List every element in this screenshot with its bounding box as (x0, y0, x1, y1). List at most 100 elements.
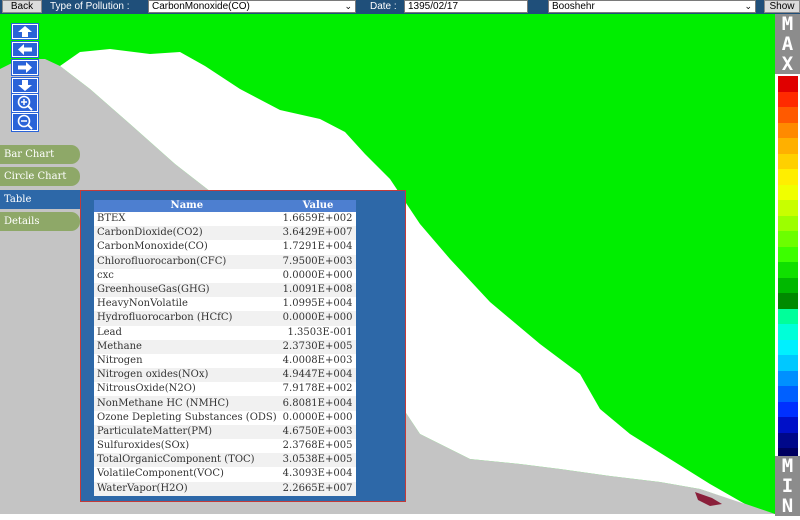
table-cell-name: Ozone Depleting Substances (ODS) (94, 410, 280, 425)
table-row: NitrousOxide(N2O) 7.9178E+002 (94, 382, 357, 397)
legend-swatch (778, 107, 798, 123)
legend-color-bar (778, 76, 798, 464)
table-cell-value: 4.6750E+003 (279, 424, 357, 439)
table-cell-name: HeavyNonVolatile (94, 297, 280, 312)
tab-circle-chart[interactable]: Circle Chart (0, 167, 80, 186)
pan-left-button[interactable] (11, 41, 39, 58)
table-row: Methane 2.3730E+005 (94, 339, 357, 354)
pan-up-button[interactable] (11, 23, 39, 40)
table-cell-value: 4.9447E+004 (279, 368, 357, 383)
table-cell-name: Methane (94, 339, 280, 354)
legend-swatch (778, 308, 798, 324)
chevron-down-icon: ⌄ (744, 1, 752, 11)
table-cell-name: NitrousOxide(N2O) (94, 382, 280, 397)
color-legend: M A X M I N (775, 14, 800, 520)
table-cell-name: WaterVapor(H2O) (94, 481, 280, 496)
legend-swatch (778, 417, 798, 433)
toolbar: Back Type of Pollution : CarbonMonoxide(… (0, 0, 800, 14)
pan-right-button[interactable] (11, 59, 39, 76)
pan-down-button[interactable] (11, 77, 39, 94)
table-cell-value: 0.0000E+000 (279, 311, 357, 326)
arrow-left-icon (18, 44, 32, 55)
table-cell-value: 1.0091E+008 (279, 282, 357, 298)
region-value: Booshehr (552, 1, 595, 12)
table-cell-name: Chlorofluorocarbon(CFC) (94, 254, 280, 269)
table-row: GreenhouseGas(GHG) 1.0091E+008 (94, 282, 357, 298)
table-cell-name: Nitrogen (94, 353, 280, 369)
table-row: TotalOrganicComponent (TOC) 3.0538E+005 (94, 453, 357, 468)
show-button[interactable]: Show (764, 0, 800, 13)
date-input[interactable]: 1395/02/17 (404, 0, 528, 13)
arrow-right-icon (18, 62, 32, 73)
table-cell-value: 7.9178E+002 (279, 382, 357, 397)
table-cell-name: CarbonDioxide(CO2) (94, 226, 280, 241)
table-cell-name: Sulfuroxides(SOx) (94, 439, 280, 454)
tab-table[interactable]: Table (0, 190, 82, 209)
tab-bar-chart[interactable]: Bar Chart (0, 145, 80, 164)
column-header-name: Name (94, 200, 280, 212)
table-cell-value: 2.3768E+005 (279, 439, 357, 454)
zoom-out-icon (17, 114, 33, 130)
legend-swatch (778, 138, 798, 154)
tab-details[interactable]: Details (0, 212, 80, 231)
pollution-table: Name Value BTEX 1.6659E+002 CarbonDioxide(… (94, 200, 357, 496)
table-cell-value: 1.3503E-001 (279, 325, 357, 340)
pollution-type-value: CarbonMonoxide(CO) (152, 1, 250, 12)
legend-max-letter: A (775, 34, 800, 54)
legend-swatch (778, 184, 798, 200)
zoom-in-icon (17, 95, 33, 111)
legend-swatch (778, 246, 798, 262)
legend-swatch (778, 200, 798, 216)
table-cell-name: ParticulateMatter(PM) (94, 424, 280, 439)
legend-swatch (778, 277, 798, 293)
table-cell-value: 3.0538E+005 (279, 453, 357, 468)
table-cell-name: CarbonMonoxide(CO) (94, 240, 280, 255)
legend-swatch (778, 293, 798, 309)
table-cell-value: 1.6659E+002 (279, 212, 357, 227)
legend-swatch (778, 76, 798, 92)
table-row: Chlorofluorocarbon(CFC) 7.9500E+003 (94, 254, 357, 269)
chevron-down-icon: ⌄ (344, 1, 352, 11)
table-row: cxc 0.0000E+000 (94, 268, 357, 283)
table-row: ParticulateMatter(PM) 4.6750E+003 (94, 424, 357, 439)
date-label: Date : (370, 1, 397, 12)
arrow-down-icon (18, 80, 32, 91)
legend-swatch (778, 215, 798, 231)
table-row: Sulfuroxides(SOx) 2.3768E+005 (94, 439, 357, 454)
table-cell-name: GreenhouseGas(GHG) (94, 282, 280, 298)
table-cell-name: BTEX (94, 212, 280, 227)
table-row: CarbonMonoxide(CO) 1.7291E+004 (94, 240, 357, 255)
zoom-in-button[interactable] (11, 93, 39, 113)
pollution-type-label: Type of Pollution : (50, 1, 130, 12)
table-row: Ozone Depleting Substances (ODS) 0.0000E+… (94, 410, 357, 425)
back-button[interactable]: Back (2, 0, 42, 13)
legend-swatch (778, 231, 798, 247)
legend-swatch (778, 401, 798, 417)
legend-swatch (778, 262, 798, 278)
table-row: Nitrogen 4.0008E+003 (94, 353, 357, 369)
legend-min-letter: N (775, 496, 800, 516)
region-select[interactable]: Booshehr ⌄ (548, 0, 756, 13)
legend-swatch (778, 91, 798, 107)
table-header-row: Name Value (94, 200, 357, 212)
table-cell-value: 7.9500E+003 (279, 254, 357, 269)
column-header-value: Value (279, 200, 357, 212)
table-cell-value: 1.0995E+004 (279, 297, 357, 312)
table-cell-name: Hydrofluorocarbon (HCfC) (94, 311, 280, 326)
table-cell-name: Nitrogen oxides(NOx) (94, 368, 280, 383)
table-cell-value: 4.3093E+004 (279, 467, 357, 482)
table-cell-name: cxc (94, 268, 280, 283)
legend-swatch (778, 339, 798, 355)
legend-swatch (778, 386, 798, 402)
table-cell-value: 3.6429E+007 (279, 226, 357, 241)
table-row: BTEX 1.6659E+002 (94, 212, 357, 227)
pollution-type-select[interactable]: CarbonMonoxide(CO) ⌄ (148, 0, 356, 13)
table-cell-value: 6.8081E+004 (279, 396, 357, 411)
table-row: NonMethane HC (NMHC) 6.8081E+004 (94, 396, 357, 411)
table-cell-value: 1.7291E+004 (279, 240, 357, 255)
table-row: CarbonDioxide(CO2) 3.6429E+007 (94, 226, 357, 241)
zoom-out-button[interactable] (11, 112, 39, 132)
table-cell-value: 0.0000E+000 (279, 410, 357, 425)
legend-swatch (778, 355, 798, 371)
legend-max-letter: X (775, 54, 800, 74)
